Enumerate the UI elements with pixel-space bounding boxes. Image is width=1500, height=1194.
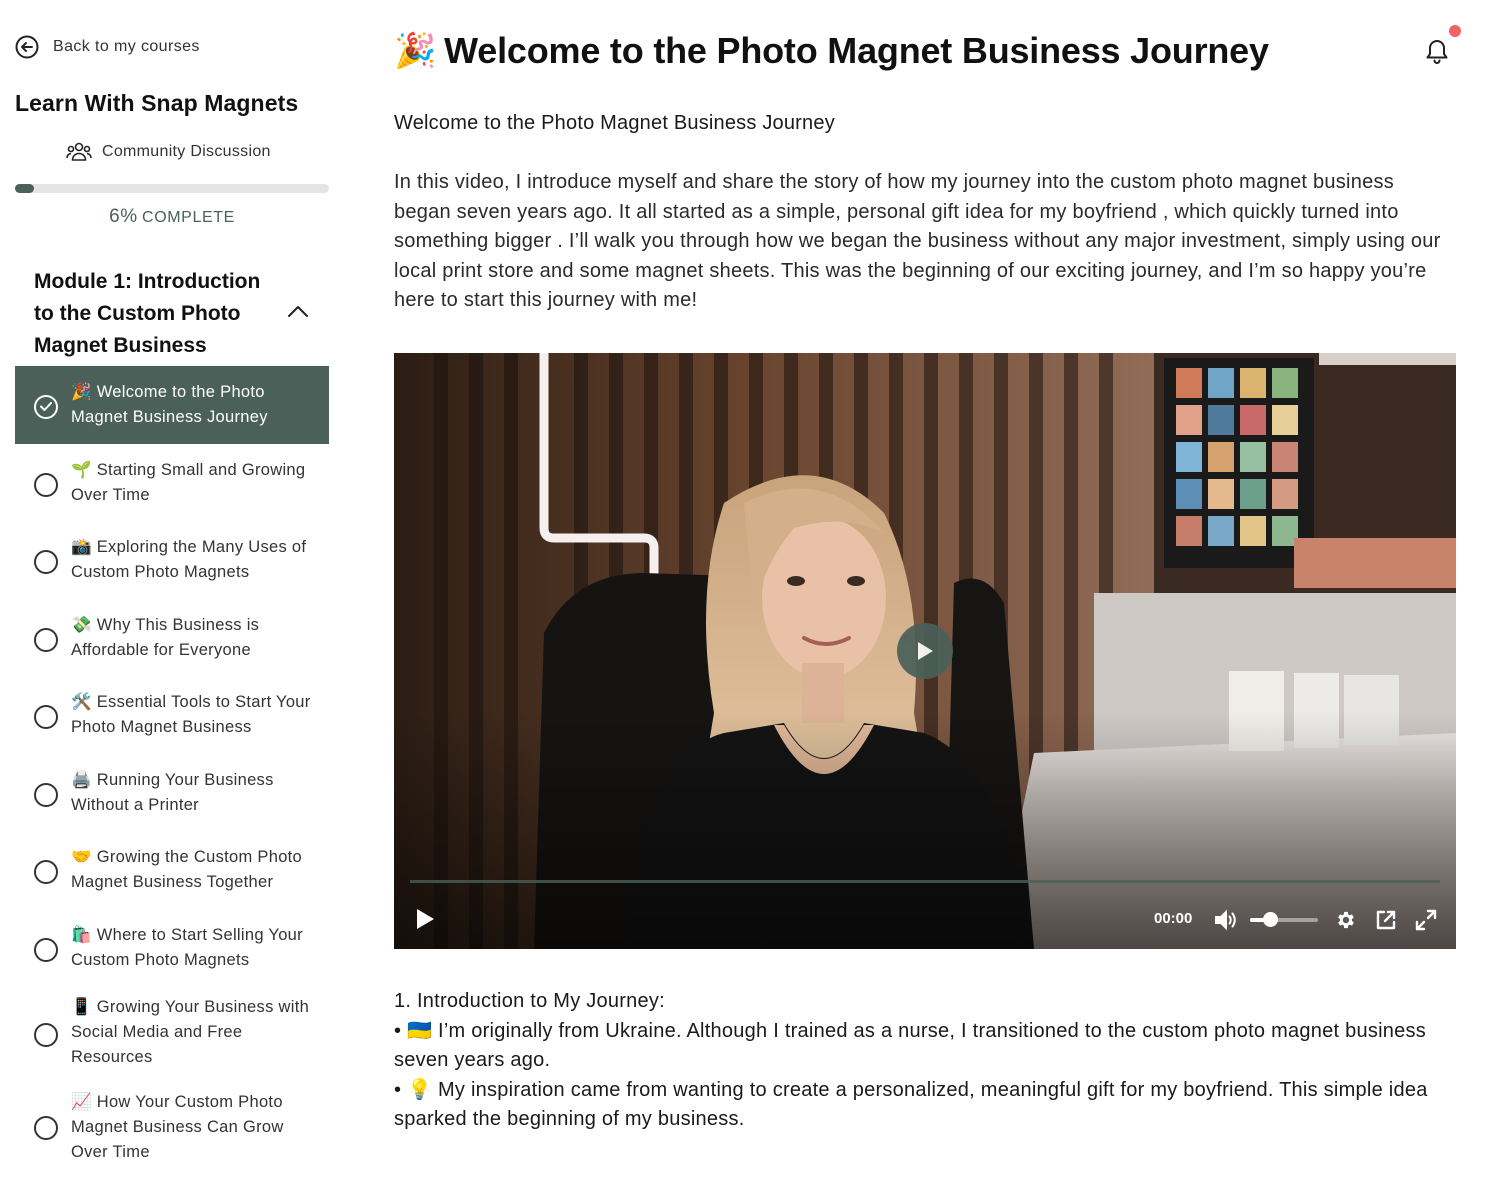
- lesson-description: In this video, I introduce myself and sh…: [394, 171, 1441, 311]
- module-title: Module 1: Introduction to the Custom Pho…: [34, 270, 261, 357]
- lesson-label: 🛠️ Essential Tools to Start Your Photo M…: [71, 693, 311, 736]
- lesson-label: 🛍️ Where to Start Selling Your Custom Ph…: [71, 926, 303, 969]
- play-icon[interactable]: [414, 908, 436, 930]
- progress-complete-label: COMPLETE: [142, 209, 235, 226]
- lesson-item[interactable]: 🎉 Welcome to the Photo Magnet Business J…: [15, 366, 329, 444]
- volume-slider[interactable]: [1250, 912, 1318, 927]
- community-label: Community Discussion: [102, 143, 271, 160]
- video-timeline[interactable]: [410, 880, 1440, 883]
- empty-circle-icon[interactable]: [34, 1023, 58, 1047]
- arrow-left-circle-icon: [15, 35, 39, 59]
- lesson-item[interactable]: 🛍️ Where to Start Selling Your Custom Ph…: [15, 909, 329, 986]
- fullscreen-icon[interactable]: [1415, 909, 1437, 931]
- external-link-icon[interactable]: [1375, 909, 1397, 931]
- module-1-header[interactable]: Module 1: Introduction to the Custom Pho…: [34, 266, 329, 362]
- course-progress-fill: [15, 184, 34, 193]
- lesson-item[interactable]: 🖨️ Running Your Business Without a Print…: [15, 754, 329, 831]
- back-to-courses-link[interactable]: Back to my courses: [15, 35, 200, 59]
- lesson-label: 🎉 Welcome to the Photo Magnet Business J…: [71, 383, 268, 426]
- lesson-label: 🤝 Growing the Custom Photo Magnet Busine…: [71, 848, 303, 891]
- course-sidebar: Back to my courses Learn With Snap Magne…: [0, 0, 345, 1194]
- bullet-item: • 💡 My inspiration came from wanting to …: [394, 1078, 1428, 1131]
- empty-circle-icon[interactable]: [34, 783, 58, 807]
- bullet-item: • 🇺🇦 I’m originally from Ukraine. Althou…: [394, 1019, 1427, 1072]
- lesson-label: 📱 Growing Your Business with Social Medi…: [71, 998, 310, 1066]
- lesson-item[interactable]: 🛠️ Essential Tools to Start Your Photo M…: [15, 676, 329, 754]
- chevron-up-icon[interactable]: [287, 304, 309, 318]
- lesson-item[interactable]: 🌱 Starting Small and Growing Over Time: [15, 444, 329, 521]
- lesson-label: 📸 Exploring the Many Uses of Custom Phot…: [71, 538, 307, 581]
- lesson-item[interactable]: 💸 Why This Business is Affordable for Ev…: [15, 599, 329, 676]
- empty-circle-icon[interactable]: [34, 860, 58, 884]
- lesson-title: 🎉 Welcome to the Photo Magnet Business J…: [394, 30, 1269, 72]
- check-circle-icon[interactable]: [34, 395, 58, 419]
- gear-icon[interactable]: [1335, 909, 1357, 931]
- course-title: Learn With Snap Magnets: [15, 90, 299, 116]
- lesson-item[interactable]: 📱 Growing Your Business with Social Medi…: [15, 986, 329, 1089]
- lesson-list: 🎉 Welcome to the Photo Magnet Business J…: [15, 366, 329, 1169]
- community-discussion-link[interactable]: Community Discussion: [66, 140, 271, 164]
- course-progress-bar: [15, 184, 329, 193]
- lesson-label: 🌱 Starting Small and Growing Over Time: [71, 461, 306, 504]
- lesson-label: 📈 How Your Custom Photo Magnet Business …: [71, 1093, 284, 1161]
- party-popper-icon: 🎉: [394, 32, 437, 70]
- empty-circle-icon[interactable]: [34, 473, 58, 497]
- progress-label: 6% COMPLETE: [15, 206, 329, 228]
- bell-icon[interactable]: [1424, 36, 1450, 64]
- big-play-button[interactable]: [897, 623, 953, 679]
- empty-circle-icon[interactable]: [34, 705, 58, 729]
- video-player[interactable]: 00:00: [394, 353, 1456, 949]
- video-time: 00:00: [1154, 910, 1193, 927]
- empty-circle-icon[interactable]: [34, 628, 58, 652]
- back-link-label: Back to my courses: [53, 38, 200, 55]
- lesson-label: 💸 Why This Business is Affordable for Ev…: [71, 616, 260, 659]
- lesson-notes: 1. Introduction to My Journey: • 🇺🇦 I’m …: [394, 987, 1456, 1135]
- empty-circle-icon[interactable]: [34, 550, 58, 574]
- volume-icon[interactable]: [1214, 909, 1238, 931]
- lesson-item[interactable]: 📸 Exploring the Many Uses of Custom Phot…: [15, 521, 329, 599]
- play-icon: [918, 642, 933, 660]
- notification-badge: [1449, 25, 1461, 37]
- empty-circle-icon[interactable]: [34, 1116, 58, 1140]
- lesson-subtitle: Welcome to the Photo Magnet Business Jou…: [394, 112, 835, 134]
- users-icon: [66, 142, 92, 161]
- section-heading: 1. Introduction to My Journey:: [394, 990, 665, 1012]
- lesson-title-text: Welcome to the Photo Magnet Business Jou…: [444, 30, 1269, 71]
- lesson-label: 🖨️ Running Your Business Without a Print…: [71, 771, 274, 814]
- lesson-item[interactable]: 🤝 Growing the Custom Photo Magnet Busine…: [15, 831, 329, 909]
- lesson-item[interactable]: 📈 How Your Custom Photo Magnet Business …: [15, 1089, 329, 1169]
- empty-circle-icon[interactable]: [34, 938, 58, 962]
- progress-percent: 6%: [109, 206, 138, 227]
